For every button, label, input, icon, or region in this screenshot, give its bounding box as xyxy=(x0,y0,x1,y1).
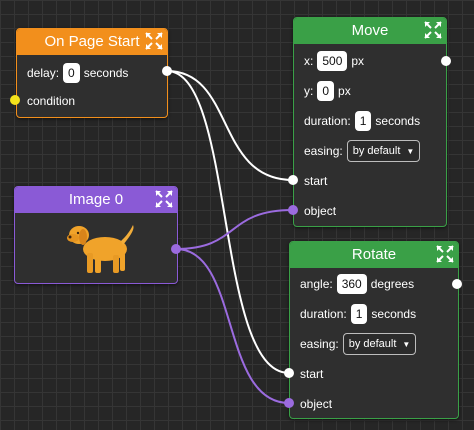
move-start-port[interactable] xyxy=(288,175,298,185)
duration-label: duration: xyxy=(304,114,351,128)
rotate-node[interactable]: Rotate angle: 360 degrees duration: 1 se… xyxy=(289,241,459,419)
rotate-start-port[interactable] xyxy=(284,368,294,378)
node-title: Image 0 xyxy=(68,191,124,208)
duration-row: duration: 1 seconds xyxy=(304,110,420,132)
angle-unit: degrees xyxy=(370,277,415,291)
on-page-start-node[interactable]: On Page Start delay: 0 seconds condition xyxy=(16,28,168,118)
start-row: start xyxy=(304,170,327,192)
condition-label: condition xyxy=(27,94,76,108)
rotate-output-port[interactable] xyxy=(452,279,462,289)
delay-unit: seconds xyxy=(83,66,129,80)
start-label: start xyxy=(304,174,328,188)
move-node[interactable]: Move x: 500 px y: 0 px duration: 1 secon… xyxy=(293,17,447,227)
y-row: y: 0 px xyxy=(304,80,351,102)
move-icon[interactable] xyxy=(154,189,174,209)
object-label: object xyxy=(304,204,337,218)
easing-value: by default xyxy=(348,338,397,350)
condition-input-port[interactable] xyxy=(10,95,20,105)
move-icon[interactable] xyxy=(423,20,443,40)
easing-label: easing: xyxy=(304,144,343,158)
object-row: object xyxy=(300,393,332,415)
page-start-output-port[interactable] xyxy=(162,66,172,76)
move-icon[interactable] xyxy=(144,31,164,51)
wire-start-to-rotate xyxy=(166,70,290,374)
y-unit: px xyxy=(338,84,351,98)
image-output-port[interactable] xyxy=(171,244,181,254)
wire-start-to-move xyxy=(166,70,294,181)
y-label: y: xyxy=(304,84,314,98)
image-header[interactable]: Image 0 xyxy=(15,187,177,213)
wire-image-to-rotate-object xyxy=(175,248,290,404)
move-header[interactable]: Move xyxy=(294,18,446,44)
image-node[interactable]: Image 0 xyxy=(14,186,178,284)
easing-select[interactable]: by default ▼ xyxy=(342,333,417,355)
node-title: Rotate xyxy=(351,246,397,263)
move-output-port[interactable] xyxy=(441,56,451,66)
wire-image-to-move-object xyxy=(175,209,294,250)
delay-label: delay: xyxy=(27,66,60,80)
y-input[interactable]: 0 xyxy=(317,81,335,101)
easing-label: easing: xyxy=(300,337,339,351)
angle-row: angle: 360 degrees xyxy=(300,273,414,295)
on-page-start-header[interactable]: On Page Start xyxy=(17,29,167,55)
object-label: object xyxy=(300,397,333,411)
node-title: On Page Start xyxy=(44,33,140,50)
easing-row: easing: by default ▼ xyxy=(304,140,421,162)
start-row: start xyxy=(300,363,323,385)
rotate-header[interactable]: Rotate xyxy=(290,242,458,268)
chevron-down-icon: ▼ xyxy=(402,339,411,349)
start-label: start xyxy=(300,367,324,381)
easing-select[interactable]: by default ▼ xyxy=(346,140,421,162)
easing-row: easing: by default ▼ xyxy=(300,333,417,355)
angle-label: angle: xyxy=(300,277,333,291)
delay-row: delay: 0 seconds xyxy=(27,62,128,84)
delay-input[interactable]: 0 xyxy=(63,63,80,83)
object-row: object xyxy=(304,200,336,222)
dog-image xyxy=(67,225,134,273)
duration-input[interactable]: 1 xyxy=(350,304,368,324)
duration-label: duration: xyxy=(300,307,347,321)
x-unit: px xyxy=(351,54,365,68)
x-label: x: xyxy=(304,54,314,68)
node-title: Move xyxy=(351,22,389,39)
condition-row: condition xyxy=(27,90,75,112)
duration-unit: seconds xyxy=(371,307,417,321)
duration-unit: seconds xyxy=(375,114,421,128)
move-object-port[interactable] xyxy=(288,205,298,215)
duration-row: duration: 1 seconds xyxy=(300,303,416,325)
chevron-down-icon: ▼ xyxy=(406,146,415,156)
duration-input[interactable]: 1 xyxy=(354,111,372,131)
easing-value: by default xyxy=(352,145,401,157)
x-input[interactable]: 500 xyxy=(317,51,348,71)
move-icon[interactable] xyxy=(435,244,455,264)
x-row: x: 500 px xyxy=(304,50,364,72)
rotate-object-port[interactable] xyxy=(284,398,294,408)
angle-input[interactable]: 360 xyxy=(336,274,367,294)
